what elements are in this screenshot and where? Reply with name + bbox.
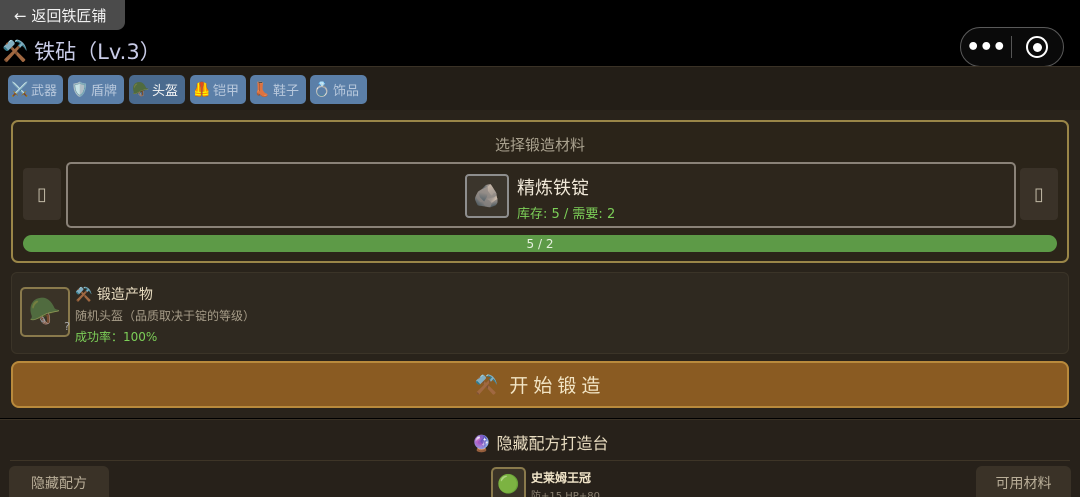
- tab-helmet[interactable]: 🪖 头盔: [129, 75, 185, 104]
- tab-accessory[interactable]: 💍 饰品: [310, 75, 367, 104]
- shield-icon: 🛡️: [71, 81, 89, 98]
- tab-label: 头盔: [152, 84, 179, 99]
- tab-shield[interactable]: 🛡️ 盾牌: [68, 75, 124, 104]
- page-title: ⚒️ 铁砧（Lv.3）: [2, 36, 161, 66]
- recipe-stats: 防+15 HP+80: [531, 491, 600, 497]
- material-section-title: 选择锻造材料: [494, 136, 585, 154]
- unknown-badge: ?: [64, 320, 70, 333]
- hidden-recipe-section: 🔮 隐藏配方打造台 隐藏配方 🟢 史莱姆王冠 防+15 HP+80 可用材料: [0, 419, 1080, 497]
- tab-hidden-recipes[interactable]: 隐藏配方: [9, 466, 109, 497]
- section-divider: [10, 460, 1070, 461]
- helmet-product-icon: 🪖 ?: [20, 287, 70, 337]
- equipment-tab-bar: ⚔️ 武器 🛡️ 盾牌 🪖 头盔 🦺 铠甲 👢 鞋子 💍 饰品: [0, 66, 1080, 110]
- tab-label: 武器: [31, 84, 58, 99]
- tab-label: 铠甲: [213, 84, 240, 99]
- back-button[interactable]: ← 返回铁匠铺: [0, 0, 125, 30]
- hammer-pick-icon: ⚒️: [75, 287, 93, 303]
- material-stock: 库存: 5 / 需要: 2: [517, 207, 616, 222]
- product-title-text: 锻造产物: [96, 287, 153, 303]
- page-title-text: 铁砧（Lv.3）: [34, 40, 161, 64]
- boot-icon: 👢: [253, 81, 271, 98]
- tab-weapon[interactable]: ⚔️ 武器: [8, 75, 63, 104]
- mini-program-capsule: •••: [960, 27, 1064, 67]
- material-selector: 选择锻造材料 ▯ 🪨 精炼铁锭 库存: 5 / 需要: 2 ▯ 5 / 2: [11, 120, 1069, 263]
- material-progress-bar: 5 / 2: [23, 235, 1057, 252]
- product-title: ⚒️ 锻造产物: [75, 284, 153, 304]
- recipe-name: 史莱姆王冠: [531, 471, 592, 485]
- target-icon: [1026, 36, 1049, 58]
- product-description: 随机头盔（品质取决于锭的等级）: [75, 309, 256, 323]
- start-forge-label: 开始锻造: [509, 375, 606, 397]
- iron-ingot-icon: 🪨: [465, 174, 509, 218]
- more-menu-button[interactable]: •••: [961, 35, 1011, 60]
- start-forge-button[interactable]: ⚒️ 开始锻造: [11, 361, 1069, 408]
- ring-icon: 💍: [313, 81, 331, 98]
- material-card[interactable]: 🪨 精炼铁锭 库存: 5 / 需要: 2: [66, 162, 1016, 228]
- hidden-recipe-title: 🔮 隐藏配方打造台: [0, 430, 1080, 454]
- vest-icon: 🦺: [193, 81, 211, 98]
- material-name: 精炼铁锭: [517, 178, 589, 199]
- sword-icon: ⚔️: [11, 81, 29, 98]
- tab-label: 鞋子: [273, 84, 300, 99]
- hammer-pick-icon: ⚒️: [474, 374, 504, 396]
- tab-boots[interactable]: 👢 鞋子: [250, 75, 306, 104]
- tab-armor[interactable]: 🦺 铠甲: [190, 75, 246, 104]
- hammer-pick-icon: ⚒️: [2, 38, 29, 63]
- tab-label: 饰品: [333, 84, 360, 99]
- tab-available-materials[interactable]: 可用材料: [976, 466, 1071, 497]
- helmet-icon: 🪖: [28, 297, 62, 327]
- forge-product-card: 🪖 ? ⚒️ 锻造产物 随机头盔（品质取决于锭的等级） 成功率：100%: [11, 272, 1069, 354]
- success-rate: 成功率：100%: [75, 330, 158, 344]
- helmet-icon: 🪖: [132, 81, 150, 98]
- prev-material-button[interactable]: ▯: [23, 168, 61, 220]
- hidden-recipe-title-text: 隐藏配方打造台: [496, 434, 609, 453]
- close-mini-program-button[interactable]: [1012, 36, 1064, 58]
- tab-label: 盾牌: [91, 84, 118, 99]
- forge-main-panel: 选择锻造材料 ▯ 🪨 精炼铁锭 库存: 5 / 需要: 2 ▯ 5 / 2 🪖 …: [0, 110, 1080, 418]
- slime-icon[interactable]: 🟢: [491, 467, 526, 497]
- next-material-button[interactable]: ▯: [1020, 168, 1058, 220]
- crystal-ball-icon: 🔮: [471, 434, 492, 453]
